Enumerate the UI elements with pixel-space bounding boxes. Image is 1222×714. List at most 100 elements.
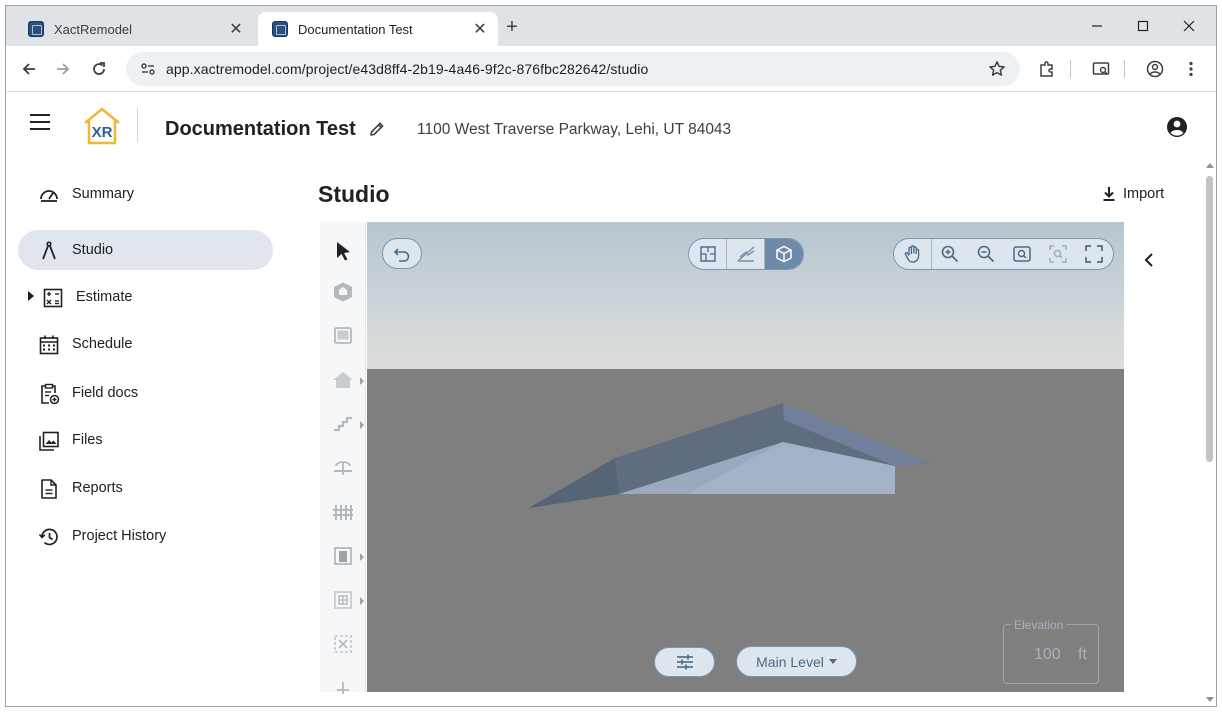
opening-tool[interactable] xyxy=(328,629,358,659)
room-tool[interactable] xyxy=(328,277,358,307)
view-3d-button[interactable] xyxy=(765,239,803,269)
bookmark-star-icon[interactable] xyxy=(988,60,1006,83)
browser-tab-documentation-test[interactable]: Documentation Test ✕ xyxy=(258,12,498,46)
sidebar-item-label: Schedule xyxy=(72,336,133,352)
sidebar-item-estimate[interactable]: Estimate xyxy=(18,277,273,317)
sidebar-item-schedule[interactable]: Schedule xyxy=(18,324,273,364)
sidebar-item-field-docs[interactable]: Field docs xyxy=(18,373,273,413)
edit-pencil-icon[interactable] xyxy=(368,120,386,138)
media-button[interactable] xyxy=(1086,54,1116,84)
pan-button[interactable] xyxy=(894,239,932,269)
sidebar-item-summary[interactable]: Summary xyxy=(18,174,273,214)
collapse-panel-button[interactable] xyxy=(1140,250,1160,270)
deck-icon xyxy=(334,461,352,475)
view-settings-button[interactable] xyxy=(654,647,715,677)
sidebar-item-label: Summary xyxy=(72,186,135,202)
sidebar-item-label: Files xyxy=(72,432,103,448)
close-tab-icon[interactable]: ✕ xyxy=(468,19,492,39)
elevation-value[interactable]: 100 xyxy=(1034,646,1061,664)
area-tool[interactable] xyxy=(328,321,358,351)
hand-pan-icon xyxy=(904,245,919,263)
cursor-arrow-icon xyxy=(337,242,350,261)
more-vertical-icon xyxy=(1189,61,1193,77)
sidebar-item-project-history[interactable]: Project History xyxy=(18,516,273,556)
level-select-value: Main Level xyxy=(756,653,824,670)
studio-3d-viewport[interactable]: Main Level Elevation 100 ft xyxy=(367,222,1124,692)
svg-text:XR: XR xyxy=(92,124,113,141)
app-header: XR Documentation Test 1100 West Traverse… xyxy=(6,92,1216,158)
fence-icon xyxy=(333,505,353,520)
fence-tool[interactable] xyxy=(328,497,358,527)
view-elevation-button[interactable] xyxy=(727,239,765,269)
browser-tab-xactremodel[interactable]: XactRemodel ✕ xyxy=(14,12,254,46)
site-info-button[interactable] xyxy=(130,61,166,77)
address-bar[interactable]: app.xactremodel.com/project/e43d8ff4-2b1… xyxy=(126,52,1020,86)
back-button[interactable] xyxy=(14,54,44,84)
sidebar-item-label: Project History xyxy=(72,528,167,544)
extensions-button[interactable] xyxy=(1032,54,1062,84)
drawing-tool-rail xyxy=(320,222,366,694)
zoom-out-button[interactable] xyxy=(968,239,1004,269)
zoom-to-fit-button[interactable] xyxy=(1004,239,1040,269)
sidebar-item-files[interactable]: Files xyxy=(18,420,273,460)
square-area-icon xyxy=(334,327,352,344)
browser-menu-button[interactable] xyxy=(1176,54,1206,84)
close-tab-icon[interactable]: ✕ xyxy=(224,19,248,39)
house-icon xyxy=(333,372,353,388)
door-icon xyxy=(334,547,352,565)
project-address: 1100 West Traverse Parkway, Lehi, UT 840… xyxy=(417,121,732,138)
compass-icon xyxy=(38,240,60,262)
maximize-button[interactable] xyxy=(1120,6,1166,46)
roof-tool[interactable] xyxy=(328,365,364,395)
profile-button[interactable] xyxy=(1140,54,1170,84)
chevron-down-icon xyxy=(828,659,837,664)
more-tools[interactable] xyxy=(328,673,358,703)
zoom-selection-button[interactable] xyxy=(1040,239,1076,269)
forward-button[interactable] xyxy=(48,54,78,84)
scroll-up-icon[interactable] xyxy=(1206,163,1214,168)
fullscreen-icon xyxy=(1085,245,1103,263)
page-title: Studio xyxy=(318,181,390,207)
deck-tool[interactable] xyxy=(328,453,358,483)
expand-caret-icon[interactable] xyxy=(28,291,34,301)
floor-plan-icon xyxy=(699,246,716,262)
scroll-down-icon[interactable] xyxy=(1206,697,1214,702)
arrow-left-icon xyxy=(22,63,35,75)
new-tab-button[interactable]: + xyxy=(498,14,526,42)
close-window-button[interactable] xyxy=(1166,6,1212,46)
page-scrollbar[interactable] xyxy=(1203,158,1216,706)
sidebar-item-label: Studio xyxy=(72,242,114,258)
url-text[interactable]: app.xactremodel.com/project/e43d8ff4-2b1… xyxy=(166,61,648,77)
cast-search-icon xyxy=(1092,62,1110,75)
sidebar-item-studio[interactable]: Studio xyxy=(18,230,273,270)
viewport-controls xyxy=(893,238,1114,270)
select-tool[interactable] xyxy=(328,236,358,266)
sidebar-item-reports[interactable]: Reports xyxy=(18,468,273,508)
stairs-icon xyxy=(334,416,352,432)
view-floor-plan-button[interactable] xyxy=(689,239,727,269)
reload-icon xyxy=(93,62,105,75)
maximize-icon xyxy=(1137,20,1149,32)
undo-button[interactable] xyxy=(382,238,422,269)
fullscreen-button[interactable] xyxy=(1076,239,1112,269)
history-icon xyxy=(38,526,60,548)
zoom-in-button[interactable] xyxy=(932,239,968,269)
reload-button[interactable] xyxy=(84,54,114,84)
import-button[interactable]: Import xyxy=(1102,182,1164,206)
sidebar-item-label: Reports xyxy=(72,480,123,496)
header-divider xyxy=(137,108,138,142)
account-circle-icon[interactable] xyxy=(1166,116,1188,138)
tab-title: XactRemodel xyxy=(54,21,133,37)
close-icon xyxy=(1183,20,1195,32)
scrollbar-thumb[interactable] xyxy=(1206,176,1213,462)
menu-icon[interactable] xyxy=(30,114,50,130)
minimize-button[interactable] xyxy=(1074,6,1120,46)
browser-toolbar: app.xactremodel.com/project/e43d8ff4-2b1… xyxy=(6,46,1216,92)
door-tool[interactable] xyxy=(328,541,364,571)
xactremodel-logo[interactable]: XR xyxy=(82,106,122,146)
zoom-fit-icon xyxy=(1013,246,1031,262)
level-select[interactable]: Main Level xyxy=(736,646,857,677)
stairs-tool[interactable] xyxy=(328,409,364,439)
window-icon xyxy=(334,591,352,609)
window-tool[interactable] xyxy=(328,585,364,615)
